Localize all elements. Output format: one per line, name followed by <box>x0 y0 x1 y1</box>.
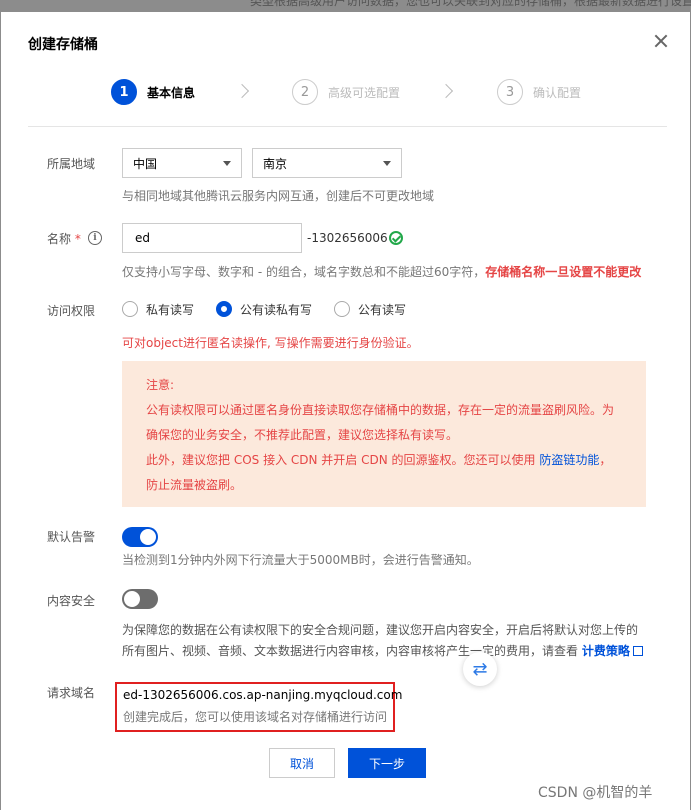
backdrop-text-body: 类型根据高级用户访问数据，您也可以关联到对应的存储桶，根据最新数据进行设置 <box>250 0 691 8</box>
region-help: 与相同地域其他腾讯云服务内网互通，创建后不可更改地域 <box>122 189 435 203</box>
notice-line: 公有读权限可以通过匿名身份直接读取您存储桶中的数据，存在一定的流量盗刷风险。为 <box>146 403 615 417</box>
city-select-value: 南京 <box>263 156 288 171</box>
access-radio-group: 私有读写 公有读私有写 公有读写 <box>122 300 428 318</box>
domain-help: 创建完成后，您可以使用该域名对存储桶进行访问 <box>123 710 388 724</box>
content-security-help: 为保障您的数据在公有读权限下的安全合规问题，建议您开启内容安全，开启后将默认对您… <box>122 620 652 662</box>
divider <box>28 126 667 127</box>
close-icon[interactable] <box>652 32 670 50</box>
warning-notice: 注意: 公有读权限可以通过匿名身份直接读取您存储桶中的数据，存在一定的流量盗刷风… <box>122 361 646 507</box>
required-mark: * <box>74 232 81 246</box>
step-basic-info: 1 基本信息 <box>111 79 195 105</box>
notice-line: 确保您的业务安全，不推荐此配置，建议您选择私有读写。 <box>146 428 459 442</box>
chevron-down-icon <box>223 160 231 166</box>
city-select[interactable]: 南京 <box>252 148 402 178</box>
alarm-help: 当检测到1分钟内外网下行流量大于5000MB时，会进行告警通知。 <box>122 553 479 567</box>
notice-title: 注意: <box>146 378 175 392</box>
step-label: 基本信息 <box>147 85 196 100</box>
radio-circle-checked <box>216 301 233 317</box>
domain-label: 请求域名 <box>47 686 96 700</box>
step-confirm: 3 确认配置 <box>497 79 581 105</box>
chevron-right-icon <box>234 83 250 99</box>
backdrop-text: 类型根据高级用户访问数据，您也可以关联到对应的存储桶，根据最新数据进行设置 新建 <box>250 0 691 8</box>
domain-value: ed-1302656006.cos.ap-nanjing.myqcloud.co… <box>123 688 403 702</box>
radio-public-read-write[interactable]: 公有读写 <box>334 301 406 318</box>
name-label-text: 名称 <box>47 232 72 246</box>
bucket-name-input[interactable] <box>122 223 302 253</box>
country-select[interactable]: 中国 <box>122 148 242 178</box>
name-help: 仅支持小写字母、数字和 - 的组合，域名字数总和不能超过60字符，存储桶名称一旦… <box>122 263 641 280</box>
pricing-link[interactable]: 计费策略 <box>582 644 630 658</box>
external-link-icon <box>632 646 643 656</box>
notice-line: 防止流量被盗刷。 <box>146 478 243 492</box>
region-label: 所属地域 <box>47 157 96 171</box>
appid-suffix: -1302656006 <box>307 231 388 245</box>
chevron-down-icon <box>383 160 391 166</box>
watermark: CSDN @机智的羊 <box>538 785 653 801</box>
step-advanced: 2 高级可选配置 <box>292 79 400 105</box>
radio-private[interactable]: 私有读写 <box>122 301 194 318</box>
step-label: 高级可选配置 <box>328 85 401 100</box>
notice-text: ， <box>599 453 612 467</box>
para-line: 所有图片、视频、音频、文本数据进行内容审核，内容审核将产生一定的费用，请查看 计… <box>122 641 652 662</box>
alarm-toggle[interactable] <box>122 527 158 547</box>
notice-line: 此外，建议您把 COS 接入 CDN 并开启 CDN 的回源鉴权。您还可以使用 … <box>146 448 622 473</box>
create-bucket-dialog: 创建存储桶 1 基本信息 2 高级可选配置 3 确认配置 所属地域 中国 南京 … <box>1 12 690 810</box>
step-number: 3 <box>497 79 523 105</box>
toggle-knob <box>124 591 140 607</box>
domain-highlight-box: ed-1302656006.cos.ap-nanjing.myqcloud.co… <box>115 682 403 732</box>
content-security-toggle[interactable] <box>122 589 158 609</box>
dialog-title: 创建存储桶 <box>28 37 98 53</box>
radio-circle <box>334 301 351 317</box>
radio-label: 私有读写 <box>146 302 195 317</box>
alarm-label: 默认告警 <box>47 530 96 544</box>
chevron-right-icon <box>438 83 454 99</box>
access-label: 访问权限 <box>47 304 96 318</box>
access-note: 可对object进行匿名读操作, 写操作需要进行身份验证。 <box>122 336 419 350</box>
name-warning: 存储桶名称一旦设置不能更改 <box>485 265 642 279</box>
radio-label: 公有读写 <box>358 302 407 317</box>
cancel-button[interactable]: 取消 <box>269 748 335 778</box>
next-button[interactable]: 下一步 <box>348 748 426 778</box>
radio-circle <box>122 301 138 317</box>
notice-text: 此外，建议您把 COS 接入 CDN 并开启 CDN 的回源鉴权。您还可以使用 <box>146 453 540 467</box>
check-circle-icon <box>389 231 403 245</box>
name-label: 名称 * <box>47 230 81 247</box>
swap-arrows-icon[interactable]: ⇄ <box>463 652 497 686</box>
para-line: 为保障您的数据在公有读权限下的安全合规问题，建议您开启内容安全，开启后将默认对您… <box>122 623 639 637</box>
radio-public-read[interactable]: 公有读私有写 <box>216 301 312 318</box>
step-number: 1 <box>111 79 137 105</box>
anti-leech-link[interactable]: 防盗链功能 <box>539 453 599 467</box>
step-label: 确认配置 <box>533 85 582 100</box>
info-icon[interactable]: i <box>88 231 102 245</box>
step-number: 2 <box>292 79 318 105</box>
toggle-knob <box>140 529 156 545</box>
content-security-label: 内容安全 <box>47 594 96 608</box>
country-select-value: 中国 <box>133 156 158 171</box>
name-help-text: 仅支持小写字母、数字和 - 的组合，域名字数总和不能超过60字符， <box>122 265 486 279</box>
para-text: 所有图片、视频、音频、文本数据进行内容审核，内容审核将产生一定的费用，请查看 <box>122 644 582 658</box>
radio-label: 公有读私有写 <box>240 302 313 317</box>
